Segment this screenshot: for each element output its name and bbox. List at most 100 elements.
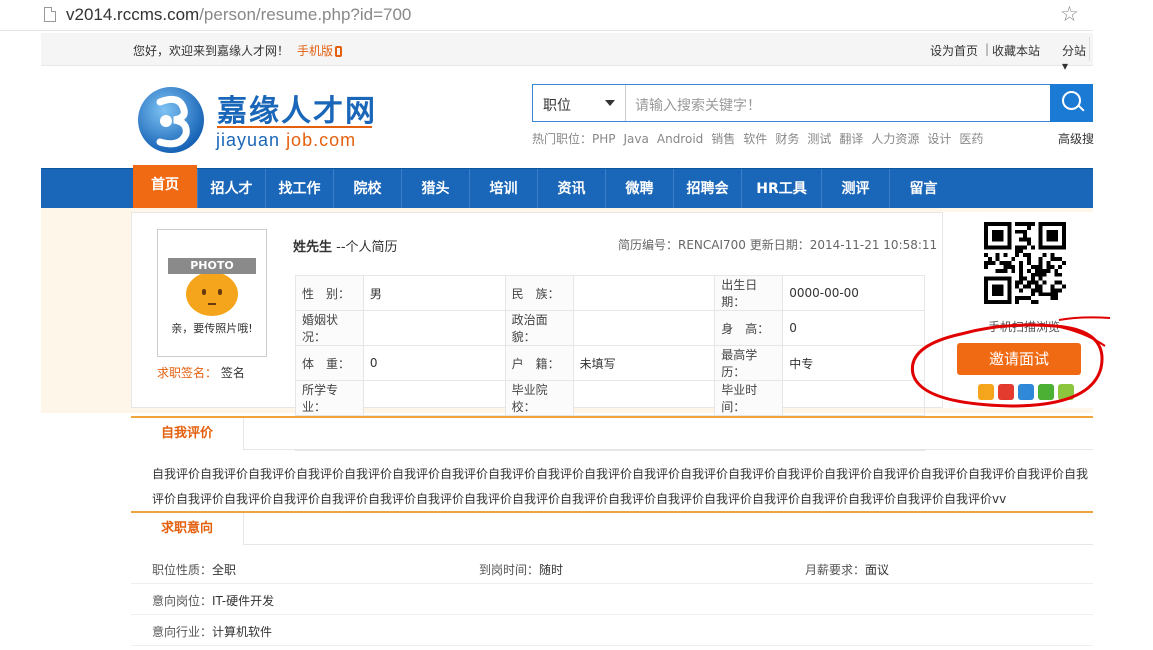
set-home-link[interactable]: 设为首页 <box>930 42 978 59</box>
hot-job-link[interactable]: 测试 <box>807 132 831 146</box>
info-label: 最高学历： <box>714 345 784 381</box>
search-type-select[interactable]: 职位 <box>543 95 571 115</box>
hot-job-link[interactable]: PHP <box>592 132 616 146</box>
search-divider <box>625 85 626 121</box>
info-label: 所学专业： <box>295 380 364 416</box>
qr-code-icon <box>984 222 1066 304</box>
logo-icon[interactable] <box>136 84 206 156</box>
salary-requirement: 月薪要求：面议 <box>805 563 890 577</box>
info-value: 0000-00-00 <box>782 275 925 311</box>
info-value <box>362 380 506 416</box>
photo-caption: 亲，要传照片哦! <box>171 322 253 335</box>
info-value <box>572 310 716 346</box>
resume-meta: 简历编号：RENCAI700 更新日期：2014-11-21 10:58:11 <box>618 238 938 252</box>
face-icon <box>186 272 238 316</box>
info-value: 男 <box>362 275 506 311</box>
job-signature: 求职签名： 签名 <box>157 364 245 381</box>
intent-row: 意向行业：计算机软件 <box>131 615 1093 646</box>
advanced-search-link[interactable]: 高级搜 <box>1058 130 1094 147</box>
hot-job-link[interactable]: 设计 <box>927 132 951 146</box>
photo-banner: PHOTO <box>168 258 256 274</box>
nav-item[interactable]: 培训 <box>469 169 537 209</box>
info-label: 毕业时间： <box>714 380 784 416</box>
hot-jobs: 热门职位：PHP Java Android 销售 软件 财务 测试 翻译 人力资源 设计 医药 <box>532 130 999 147</box>
arrival-time: 到岗时间：随时 <box>479 563 564 577</box>
hot-job-link[interactable]: Android <box>657 132 703 146</box>
search-icon-handle <box>1077 104 1085 112</box>
page-icon <box>44 7 56 22</box>
info-row: 性 别：男民 族： 出生日期： 0000-00-00 <box>295 275 925 311</box>
bookmark-star-icon[interactable]: ☆ <box>1060 2 1079 26</box>
info-label: 民 族： <box>504 275 574 311</box>
info-value: 0 <box>362 345 506 381</box>
info-value: 未填写 <box>572 345 716 381</box>
candidate-name: 姓先生 <box>293 240 333 255</box>
info-row: 所学专业： 毕业院校： 毕业时间： <box>295 380 925 416</box>
info-row: 体 重： 0 户 籍： 未填写 最高学历： 中专 <box>295 345 925 381</box>
info-row: 婚姻状况： 政治面貌： 身 高： 0 <box>295 310 925 346</box>
info-label: 毕业院校： <box>504 380 574 416</box>
nav-item[interactable]: 找工作 <box>265 169 333 209</box>
hot-job-link[interactable]: 人力资源 <box>871 132 919 146</box>
browser-url-bar[interactable]: v2014.rccms.com/person/resume.php?id=700… <box>0 0 1093 31</box>
nav-item[interactable]: 猎头 <box>401 169 469 209</box>
hot-job-link[interactable]: Java <box>624 132 649 146</box>
url-text[interactable]: v2014.rccms.com/person/resume.php?id=700 <box>66 5 411 25</box>
info-value <box>572 380 716 416</box>
info-label: 户 籍： <box>504 345 574 381</box>
logo-text-cn[interactable]: 嘉缘人才网 <box>217 86 377 130</box>
info-label: 体 重： <box>295 345 364 381</box>
face-eye-right <box>218 289 222 295</box>
info-label: 身 高： <box>714 310 784 346</box>
face-mouth <box>208 303 216 305</box>
job-nature: 职位性质：全职 <box>152 563 237 577</box>
nav-item[interactable]: 招聘会 <box>673 169 741 209</box>
self-eval-text: 自我评价自我评价自我评价自我评价自我评价自我评价自我评价自我评价自我评价自我评价… <box>152 467 1089 506</box>
photo-placeholder: PHOTO 亲，要传照片哦! <box>157 229 267 357</box>
nav-item-home[interactable]: 首页 <box>133 165 197 209</box>
hot-job-link[interactable]: 财务 <box>775 132 799 146</box>
nav-item[interactable]: 留言 <box>889 169 957 209</box>
signature-value: 签名 <box>220 366 245 380</box>
mobile-link[interactable]: 手机版 <box>297 42 343 59</box>
search-button[interactable] <box>1050 84 1093 122</box>
hot-job-link[interactable]: 软件 <box>743 132 767 146</box>
search-input[interactable]: 请输入搜索关键字！ <box>635 95 761 115</box>
signature-label: 求职签名： <box>157 366 218 380</box>
info-value: 中专 <box>782 345 925 381</box>
resume-title-suffix: --个人简历 <box>336 240 398 255</box>
logo-underline <box>217 126 372 128</box>
topbar-separator: | <box>985 42 990 56</box>
info-value <box>782 380 925 416</box>
chevron-down-icon: ▾ <box>1062 59 1069 73</box>
intent-row: 意向岗位：IT-硬件开发 <box>131 584 1093 615</box>
nav-item[interactable]: HR工具 <box>741 169 821 209</box>
job-intent-tab[interactable]: 求职意向 <box>131 513 244 545</box>
info-value <box>362 310 506 346</box>
main-nav: 首页 招人才 找工作 院校 猎头 培训 资讯 微聘 招聘会 HR工具 测评 留言 <box>41 165 1093 209</box>
red-circle-annotation <box>910 316 1111 408</box>
chevron-down-icon[interactable] <box>605 100 615 106</box>
nav-item[interactable]: 测评 <box>821 169 889 209</box>
branch-menu[interactable]: 分站 ▾ <box>1062 42 1093 73</box>
hot-job-link[interactable]: 翻译 <box>839 132 863 146</box>
self-eval-tab[interactable]: 自我评价 <box>131 418 244 450</box>
logo-text-en[interactable]: jiayuan job.com <box>216 130 356 151</box>
info-label: 性 别： <box>295 275 364 311</box>
info-label: 出生日期： <box>714 275 784 311</box>
self-eval-header: 自我评价 <box>131 416 1093 450</box>
info-value: 0 <box>782 310 925 346</box>
hot-jobs-label: 热门职位： <box>532 132 593 146</box>
bookmark-link[interactable]: 收藏本站 <box>992 42 1040 59</box>
job-intent-header: 求职意向 <box>131 511 1093 545</box>
hot-job-link[interactable]: 销售 <box>711 132 735 146</box>
nav-item[interactable]: 招人才 <box>197 169 265 209</box>
intent-row: 职位性质：全职 到岗时间：随时 月薪要求：面议 <box>131 553 1093 584</box>
info-label: 婚姻状况： <box>295 310 364 346</box>
search-box: 职位 请输入搜索关键字！ <box>532 84 1093 122</box>
nav-item[interactable]: 微聘 <box>605 169 673 209</box>
info-label: 政治面貌： <box>504 310 574 346</box>
nav-item[interactable]: 院校 <box>333 169 401 209</box>
nav-item[interactable]: 资讯 <box>537 169 605 209</box>
hot-job-link[interactable]: 医药 <box>959 132 983 146</box>
